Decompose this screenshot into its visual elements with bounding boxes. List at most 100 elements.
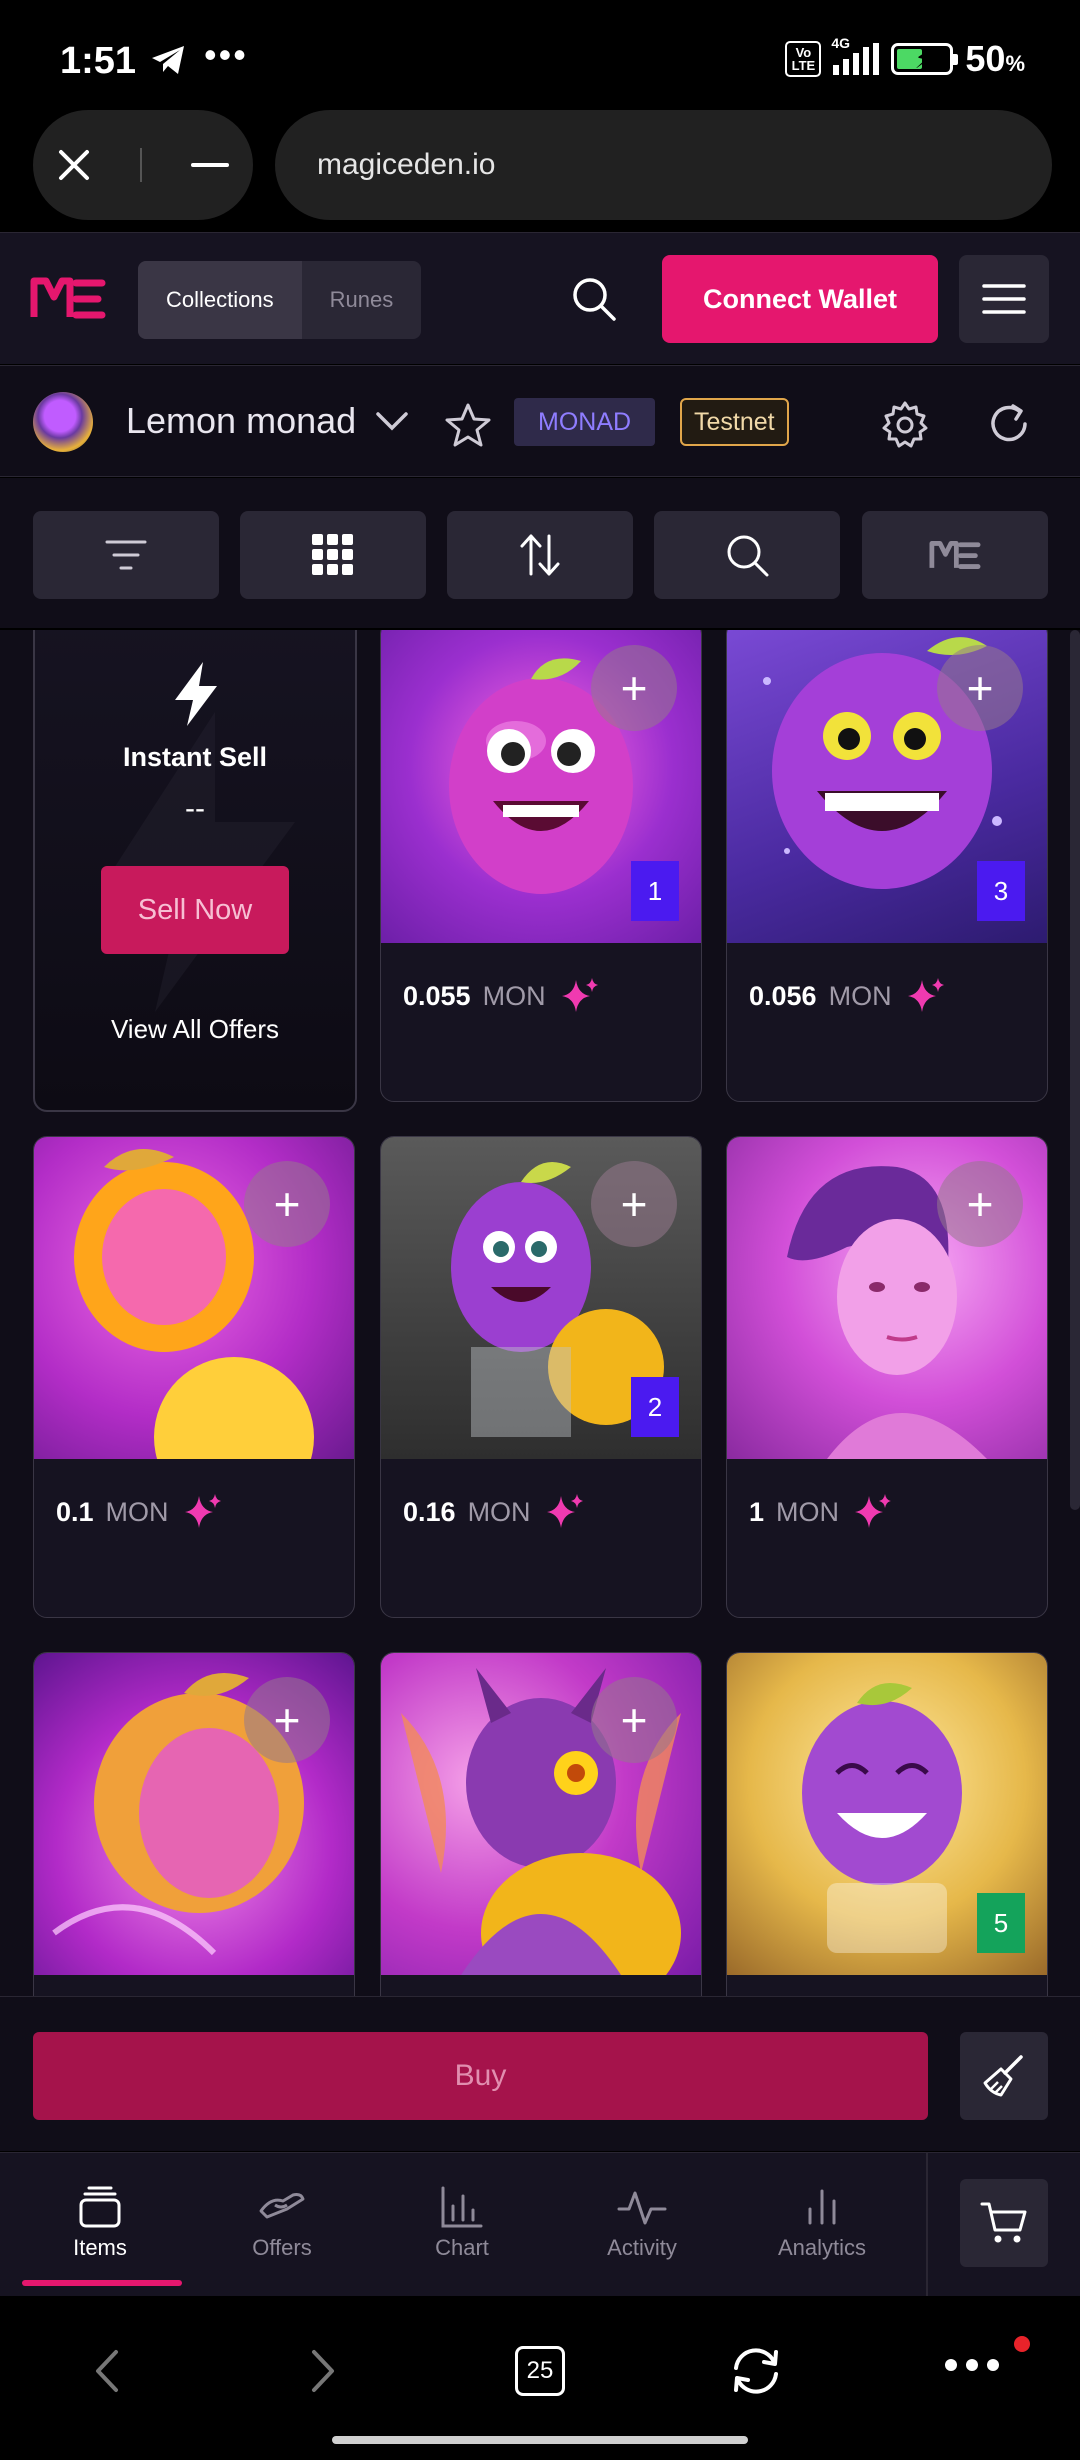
add-to-cart-icon[interactable]: + [244, 1161, 330, 1247]
rank-badge: 3 [977, 861, 1025, 921]
divider [926, 2153, 928, 2297]
nav-chart[interactable]: Chart [382, 2179, 542, 2261]
price-amount: 0.1 [56, 1496, 94, 1527]
price-currency: MON [482, 980, 546, 1011]
nft-card[interactable]: + [380, 1652, 702, 1996]
refresh-icon[interactable] [985, 400, 1033, 448]
status-bar: 1:51 ••• Vo LTE 4G ⚡ 50% [0, 0, 1080, 110]
more-options-icon[interactable] [944, 2358, 1000, 2372]
nav-activity[interactable]: Activity [562, 2179, 722, 2261]
nav-items[interactable]: Items [20, 2179, 180, 2261]
nft-image: 5 [727, 1653, 1047, 1975]
rank-badge: 2 [631, 1377, 679, 1437]
status-time: 1:51 [60, 40, 137, 82]
browser-nav-bar: 25 [0, 2296, 1080, 2460]
rank-badge: 5 [977, 1893, 1025, 1953]
nft-card[interactable]: + 1 0.055 MON [380, 630, 702, 1102]
add-to-cart-icon[interactable]: + [244, 1677, 330, 1763]
connect-wallet-button[interactable]: Connect Wallet [662, 255, 938, 343]
telegram-icon [152, 46, 184, 74]
menu-button[interactable] [959, 255, 1049, 343]
home-indicator[interactable] [332, 2436, 748, 2444]
add-to-cart-icon[interactable]: + [937, 645, 1023, 731]
nft-card[interactable]: + 2 0.16 MON [380, 1136, 702, 1618]
star-icon[interactable] [444, 402, 492, 448]
nft-card[interactable]: + 1 MON [726, 1136, 1048, 1618]
collection-bar: Lemon monad MONAD Testnet [0, 365, 1080, 477]
nft-image: + [34, 1137, 354, 1459]
grid-view-button[interactable] [240, 511, 426, 599]
hamburger-icon [982, 284, 1026, 314]
battery-percent: 50% [965, 38, 1025, 79]
gear-icon[interactable] [880, 400, 930, 450]
active-tab-indicator [22, 2280, 182, 2286]
price-currency: MON [467, 1496, 531, 1527]
instant-sell-card: Instant Sell -- Sell Now View All Offers [33, 630, 357, 1112]
nft-card[interactable]: + 3 0.056 MON [726, 630, 1048, 1102]
nav-label: Activity [607, 2235, 677, 2260]
price-amount: 0.055 [403, 980, 471, 1011]
price-amount: 1 [749, 1496, 765, 1527]
tab-collections[interactable]: Collections [138, 261, 302, 339]
search-icon[interactable] [570, 275, 618, 323]
browser-toolbar: magiceden.io [0, 110, 1080, 230]
broom-icon [983, 2055, 1023, 2097]
sell-now-button[interactable]: Sell Now [101, 866, 289, 954]
buy-button[interactable]: Buy [33, 2032, 928, 2120]
nft-image: + [381, 1653, 701, 1975]
nft-card[interactable]: + [33, 1652, 355, 1996]
price-row: 0.16 MON [403, 1492, 587, 1532]
magic-eden-logo[interactable] [30, 273, 106, 323]
network-badge: Testnet [680, 398, 789, 446]
nft-image: + [727, 1137, 1047, 1459]
magic-eden-filter-button[interactable] [862, 511, 1048, 599]
chevron-down-icon[interactable] [372, 406, 412, 436]
sort-button[interactable] [447, 511, 633, 599]
nav-analytics[interactable]: Analytics [742, 2179, 902, 2261]
filter-toolbar [0, 478, 1080, 628]
add-to-cart-icon[interactable]: + [591, 645, 677, 731]
add-to-cart-icon[interactable]: + [591, 1677, 677, 1763]
nft-card[interactable]: + 0.1 MON [33, 1136, 355, 1618]
nft-image: + 2 [381, 1137, 701, 1459]
clear-cart-button[interactable] [960, 2032, 1048, 2120]
forward-icon[interactable] [308, 2346, 338, 2396]
price-amount: 0.16 [403, 1496, 456, 1527]
sync-icon[interactable] [728, 2346, 784, 2396]
tabs-count-button[interactable]: 25 [515, 2346, 565, 2396]
close-icon[interactable] [57, 148, 91, 182]
activity-icon [617, 2191, 667, 2225]
filter-button[interactable] [33, 511, 219, 599]
back-icon[interactable] [92, 2346, 122, 2396]
price-row: 0.055 MON [403, 976, 602, 1016]
cart-button[interactable] [960, 2179, 1048, 2267]
price-row: 0.056 MON [749, 976, 948, 1016]
network-type: 4G [831, 35, 851, 51]
sparkle-icon [855, 1494, 892, 1528]
nav-offers[interactable]: Offers [202, 2179, 362, 2261]
scrollbar[interactable] [1070, 630, 1080, 1510]
url-bar[interactable]: magiceden.io [275, 110, 1052, 220]
filter-icon [105, 540, 147, 570]
price-currency: MON [105, 1496, 169, 1527]
add-to-cart-icon[interactable]: + [937, 1161, 1023, 1247]
bottom-nav: Items Offers Chart Activity Analytics [0, 2152, 1080, 2297]
tab-runes[interactable]: Runes [302, 261, 422, 339]
minimize-icon[interactable] [190, 162, 229, 168]
battery-icon: ⚡ [891, 43, 959, 75]
nft-card[interactable]: 5 [726, 1652, 1048, 1996]
collection-avatar [33, 392, 93, 452]
add-to-cart-icon[interactable]: + [591, 1161, 677, 1247]
search-items-button[interactable] [654, 511, 840, 599]
nft-image: + 3 [727, 630, 1047, 943]
signal-icon: 4G [831, 35, 880, 75]
instant-sell-title: Instant Sell [122, 742, 268, 772]
nav-label: Items [73, 2235, 127, 2260]
collection-name[interactable]: Lemon monad [126, 400, 356, 442]
price-row: 1 MON [749, 1492, 895, 1532]
sparkle-icon [907, 978, 944, 1012]
instant-sell-value: -- [185, 792, 205, 825]
app-header: Collections Runes Connect Wallet [0, 232, 1080, 364]
price-amount: 0.056 [749, 980, 817, 1011]
view-all-offers-link[interactable]: View All Offers [35, 1014, 355, 1045]
